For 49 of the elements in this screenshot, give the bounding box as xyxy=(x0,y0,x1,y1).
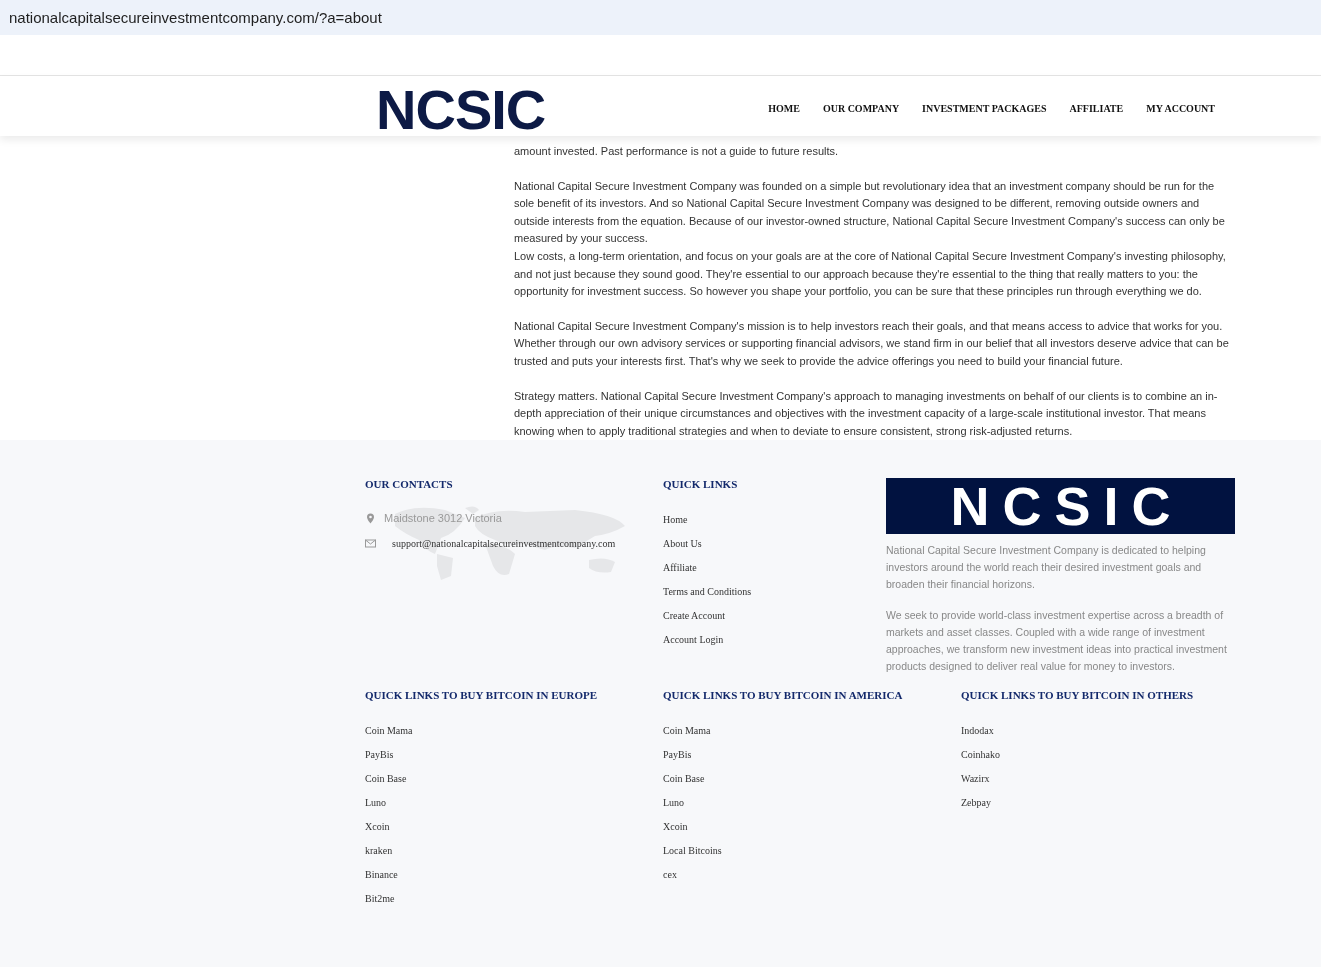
nav-link[interactable]: OUR COMPANY xyxy=(822,102,900,114)
footer-link[interactable]: Account Login xyxy=(663,632,886,648)
paragraph: National Capital Secure Investment Company's mission is to help investors reach their goals, and that means access to advice that works for you. Whether through our own advisory services or supporting financial advisors, we stand firm in our belief that all investors deserve advice that can be trusted and puts your interests first. That's why we seek to provide the advice offerings you need to build your financial future. xyxy=(514,318,1230,369)
footer-link[interactable]: Indodax xyxy=(961,723,1241,739)
nav-link[interactable]: AFFILIATE xyxy=(1069,102,1124,114)
footer-paragraph: We seek to provide world-class investment expertise across a breadth of markets and asset classes. Coupled with a wide range of investment approaches, we transform new investment ideas into practical investment products designed to deliver real value for money to investors. xyxy=(886,608,1228,674)
footer-link[interactable]: Wazirx xyxy=(961,771,1241,787)
address-text: Maidstone 3012 Victoria xyxy=(384,512,502,524)
map-pin-icon xyxy=(365,512,376,524)
footer-link[interactable]: Create Account xyxy=(663,608,886,624)
footer-link[interactable]: Coin Base xyxy=(365,771,663,787)
nav-link[interactable]: MY ACCOUNT xyxy=(1146,102,1215,114)
footer-link[interactable]: Xcoin xyxy=(663,819,961,835)
footer-link[interactable]: kraken xyxy=(365,843,663,859)
footer-link[interactable]: Affiliate xyxy=(663,560,886,576)
email-text: support@nationalcapitalsecureinvestmentcompany.com xyxy=(392,538,616,549)
nav-link[interactable]: HOME xyxy=(768,102,800,114)
footer-paragraph: National Capital Secure Investment Company is dedicated to helping investors around the world reach their desired investment goals and broaden their financial horizons. xyxy=(886,543,1207,592)
footer-link[interactable]: Coin Base xyxy=(663,771,961,787)
nav-link[interactable]: INVESTMENT PACKAGES xyxy=(922,102,1047,114)
footer-link[interactable]: Coinhako xyxy=(961,747,1241,763)
footer-heading: QUICK LINKS xyxy=(663,478,739,490)
footer-link[interactable]: Coin Mama xyxy=(365,723,663,739)
envelope-icon xyxy=(365,538,376,549)
footer-link[interactable]: Local Bitcoins xyxy=(663,843,961,859)
footer-logo: NCSIC xyxy=(886,478,1235,534)
footer-heading: QUICK LINKS TO BUY BITCOIN IN OTHERS xyxy=(961,689,1195,701)
footer-link[interactable]: Zebpay xyxy=(961,795,1241,811)
footer-heading: QUICK LINKS TO BUY BITCOIN IN EUROPE xyxy=(365,689,599,701)
footer-link[interactable]: Luno xyxy=(365,795,663,811)
footer-link[interactable]: Terms and Conditions xyxy=(663,584,886,600)
paragraph: National Capital Secure Investment Company was founded on a simple but revolutionary idea that an investment company should be run for the sole benefit of its investors. And so National Capital Secure Investment Company was designed to be different, removing outside owners and outside interests from the equation. Because of our investor-owned structure, National Capital Secure Investment Company's success can only be measured by your success. xyxy=(514,178,1226,247)
site-logo[interactable]: NCSIC xyxy=(376,82,546,138)
footer-link[interactable]: Bit2me xyxy=(365,891,663,907)
footer-link[interactable]: Binance xyxy=(365,867,663,883)
footer-link[interactable]: Coin Mama xyxy=(663,723,961,739)
footer-link[interactable]: Luno xyxy=(663,795,961,811)
paragraph: Low costs, a long-term orientation, and focus on your goals are at the core of National Capital Secure Investment Company's investing philosophy, and not just because they sound good. They're essential to our approach because they're essential to the thing that really matters to you: the opportunity for investment success. So however you shape your portfolio, you can be sure that these principles run through everything we do. xyxy=(514,248,1227,300)
footer-heading: QUICK LINKS TO BUY BITCOIN IN AMERICA xyxy=(663,689,904,701)
footer-link[interactable]: Xcoin xyxy=(365,819,663,835)
footer-link[interactable]: Home xyxy=(663,512,886,528)
footer-heading: OUR CONTACTS xyxy=(365,478,454,490)
footer-link[interactable]: PayBis xyxy=(663,747,961,763)
footer-link[interactable]: cex xyxy=(663,867,961,883)
paragraph: amount invested. Past performance is not a guide to future results. xyxy=(514,144,840,159)
footer-link[interactable]: PayBis xyxy=(365,747,663,763)
address-bar-url[interactable]: nationalcapitalsecureinvestmentcompany.com/?a=about xyxy=(9,9,382,26)
paragraph: Strategy matters. National Capital Secure Investment Company's approach to managing investments on behalf of our clients is to combine an in-depth appreciation of their unique circumstances and objectives with the investment capacity of a large-scale institutional investor. That means knowing when to apply traditional strategies and when to deviate to ensure consistent, strong risk-adjusted returns. xyxy=(514,388,1219,439)
footer-link[interactable]: About Us xyxy=(663,536,886,552)
